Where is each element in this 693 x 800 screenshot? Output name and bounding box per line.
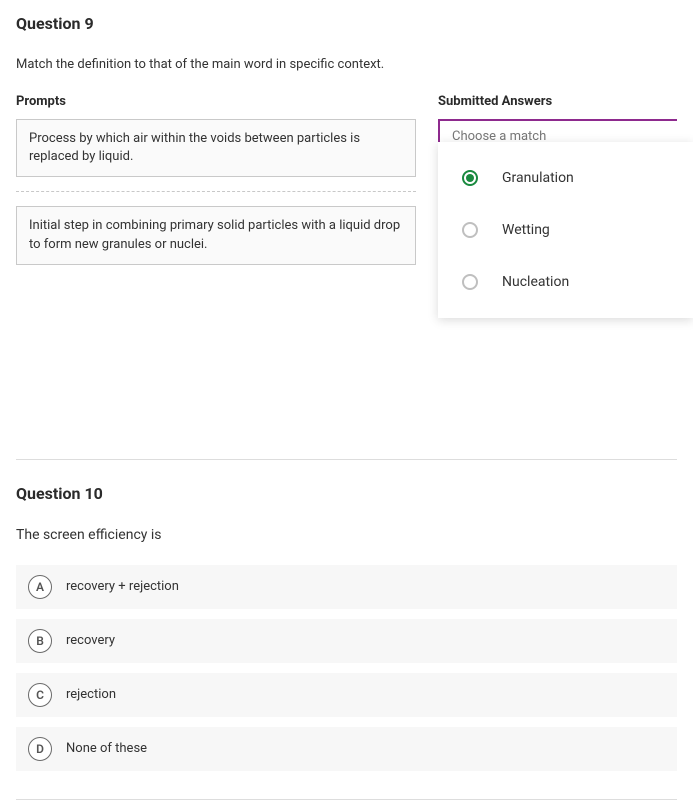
choice-text: recovery <box>66 633 115 648</box>
choice-letter: D <box>28 737 52 761</box>
choice-text: None of these <box>66 741 147 756</box>
prompts-column: Prompts Process by which air within the … <box>16 94 416 279</box>
match-columns: Prompts Process by which air within the … <box>16 94 677 279</box>
choice-text: rejection <box>66 687 116 702</box>
radio-icon <box>462 222 478 238</box>
choice-letter: C <box>28 683 52 707</box>
choice-d[interactable]: D None of these <box>16 727 677 771</box>
question-9-instruction: Match the definition to that of the main… <box>16 57 677 72</box>
dropdown-panel: Granulation Wetting Nucleation <box>438 142 693 318</box>
choice-b[interactable]: B recovery <box>16 619 677 663</box>
question-10-stem: The screen efficiency is <box>16 527 677 543</box>
question-10-title: Question 10 <box>16 484 677 503</box>
choice-text: recovery + rejection <box>66 579 179 594</box>
choice-a[interactable]: A recovery + rejection <box>16 565 677 609</box>
prompt-item[interactable]: Initial step in combining primary solid … <box>16 206 416 264</box>
answers-column: Submitted Answers Choose a match Granula… <box>438 94 677 279</box>
answers-header: Submitted Answers <box>438 94 677 109</box>
prompt-item[interactable]: Process by which air within the voids be… <box>16 119 416 177</box>
dropdown-option-nucleation[interactable]: Nucleation <box>438 256 693 308</box>
choice-c[interactable]: C rejection <box>16 673 677 717</box>
option-label: Wetting <box>502 222 550 238</box>
radio-icon <box>462 274 478 290</box>
choice-letter: B <box>28 629 52 653</box>
dropdown-option-granulation[interactable]: Granulation <box>438 152 693 204</box>
choice-letter: A <box>28 575 52 599</box>
option-label: Nucleation <box>502 274 569 290</box>
question-divider <box>16 459 677 460</box>
prompts-header: Prompts <box>16 94 416 109</box>
prompt-divider <box>16 191 416 192</box>
question-9-title: Question 9 <box>16 14 677 33</box>
option-label: Granulation <box>502 170 574 186</box>
page-container: Question 9 Match the definition to that … <box>0 0 693 800</box>
dropdown-option-wetting[interactable]: Wetting <box>438 204 693 256</box>
radio-icon <box>462 170 478 186</box>
